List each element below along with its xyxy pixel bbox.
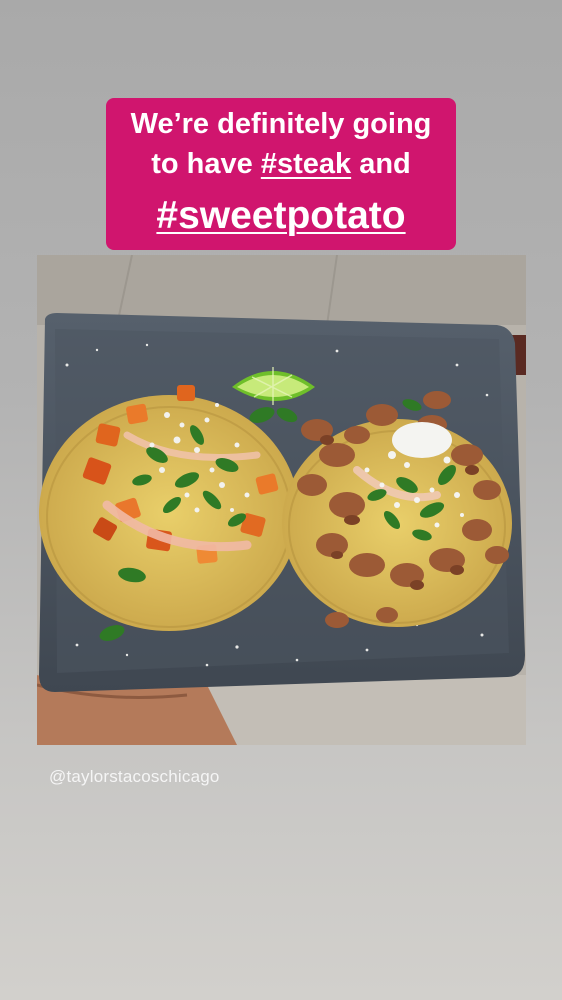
taco-photo-illustration	[37, 255, 526, 745]
caption-line-1: We’re definitely going	[130, 108, 432, 140]
caption-line-2: to have #steak and	[106, 144, 456, 184]
steak-hashtag[interactable]: #steak	[261, 148, 351, 180]
sweetpotato-hashtag[interactable]: #sweetpotato	[106, 188, 456, 244]
mention-sticker[interactable]: @taylorstacoschicago	[49, 767, 220, 787]
caption-text: and	[351, 148, 411, 180]
taco-photo	[37, 255, 526, 745]
caption-text: to have	[151, 148, 261, 180]
caption-sticker[interactable]: We’re definitely going to have #steak an…	[106, 98, 456, 250]
